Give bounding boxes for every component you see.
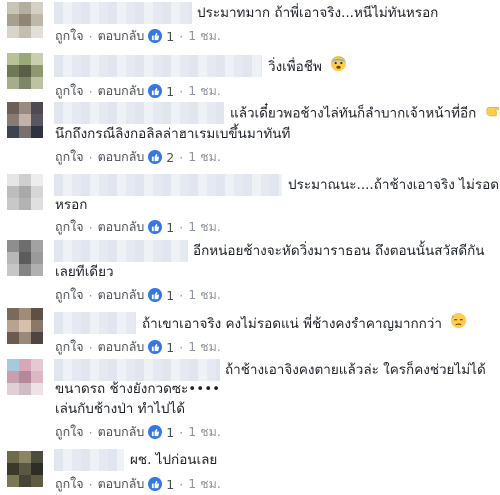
commenter-name[interactable]	[54, 449, 124, 471]
like-link[interactable]: ถูกใจ	[55, 337, 84, 357]
commenter-name[interactable]	[54, 55, 262, 77]
reply-link[interactable]: ตอบกลับ	[98, 337, 145, 357]
like-link[interactable]: ถูกใจ	[55, 422, 84, 442]
like-link[interactable]: ถูกใจ	[55, 285, 84, 305]
timestamp[interactable]: 1 ชม.	[188, 217, 221, 237]
like-link[interactable]: ถูกใจ	[55, 81, 84, 101]
avatar[interactable]	[7, 308, 43, 344]
like-link[interactable]: ถูกใจ	[55, 217, 84, 237]
comment-text: แล้วเดี๋ยวพอช้างไล่ทันก็ลำบากเจ้าหน้าที่…	[230, 102, 500, 125]
comment-text: วิ่งเพื่อชีพ	[268, 55, 347, 79]
avatar[interactable]	[7, 451, 43, 487]
comment-text-line-2: หรอก	[55, 197, 88, 213]
comment-text: ประมาทมาก ถ้าพี่เอาจริง...หนีไม่ทันหรอก	[197, 5, 439, 21]
comment-actions: ถูกใจ · ตอบกลับ 1 · 1 ชม.	[55, 475, 221, 493]
thumbs-up-icon[interactable]	[148, 29, 163, 43]
comment-text: อีกหน่อยช้างจะหัดวิ่งมาราธอน ถึงตอนนั้นส…	[193, 243, 485, 259]
like-count[interactable]: 1	[166, 288, 174, 303]
avatar[interactable]	[7, 174, 43, 210]
comment-actions: ถูกใจ · ตอบกลับ 1 · 1 ชม.	[55, 286, 221, 304]
sweat-face-icon	[450, 312, 467, 336]
avatar[interactable]	[7, 240, 43, 276]
thumbs-up-icon[interactable]	[148, 288, 163, 302]
timestamp[interactable]: 1 ชม.	[188, 81, 221, 101]
timestamp[interactable]: 1 ชม.	[188, 474, 221, 494]
reply-link[interactable]: ตอบกลับ	[98, 285, 145, 305]
thumbs-up-icon[interactable]	[148, 84, 163, 98]
reply-link[interactable]: ตอบกลับ	[98, 147, 145, 167]
thumbs-up-icon[interactable]	[148, 220, 163, 234]
comment-actions: ถูกใจ · ตอบกลับ 1 · 1 ชม.	[55, 82, 221, 100]
commenter-name[interactable]	[54, 102, 224, 124]
timestamp[interactable]: 1 ชม.	[188, 147, 221, 167]
comment-text-line-2: เลยทีเดียว	[55, 264, 114, 280]
like-count[interactable]: 1	[166, 340, 174, 355]
like-count[interactable]: 1	[166, 220, 174, 235]
comment-actions: ถูกใจ · ตอบกลับ 1 · 1 ชม.	[55, 27, 221, 45]
commenter-name[interactable]	[54, 174, 282, 196]
like-link[interactable]: ถูกใจ	[55, 26, 84, 46]
comment-actions: ถูกใจ · ตอบกลับ 1 · 1 ชม.	[55, 423, 221, 441]
reply-link[interactable]: ตอบกลับ	[98, 474, 145, 494]
reply-link[interactable]: ตอบกลับ	[98, 81, 145, 101]
avatar[interactable]	[7, 53, 43, 89]
comment-actions: ถูกใจ · ตอบกลับ 2 · 1 ชม.	[55, 148, 221, 166]
like-link[interactable]: ถูกใจ	[55, 474, 84, 494]
comment-text-line-2: ขนาดรถ ช้างยังกวดซะ••••	[55, 381, 221, 397]
like-count[interactable]: 1	[166, 425, 174, 440]
commenter-name[interactable]	[54, 2, 192, 24]
comment-text: ประมาณนะ....ถ้าช้างเอาจริง ไม่รอด	[288, 177, 499, 193]
comment-text-line-2: นึกถึงกรณีลิงกอลิลล่าฮาเรมเบขึ้นมาทันที	[55, 126, 291, 142]
like-link[interactable]: ถูกใจ	[55, 147, 84, 167]
avatar[interactable]	[7, 102, 43, 138]
commenter-name[interactable]	[54, 240, 188, 262]
thumbs-up-icon[interactable]	[148, 477, 163, 491]
timestamp[interactable]: 1 ชม.	[188, 26, 221, 46]
reply-link[interactable]: ตอบกลับ	[98, 26, 145, 46]
avatar[interactable]	[7, 359, 43, 395]
fearful-face-icon	[330, 55, 347, 79]
comment-actions: ถูกใจ · ตอบกลับ 1 · 1 ชม.	[55, 218, 221, 236]
like-count[interactable]: 2	[166, 150, 174, 165]
commenter-name[interactable]	[54, 312, 136, 334]
comment-text: ถ้าเขาเอาจริง คงไม่รอดแน่ พี่ช้างคงรำคาญ…	[142, 312, 467, 336]
timestamp[interactable]: 1 ชม.	[188, 337, 221, 357]
comment-text: ถ้าช้างเอาจิงคงตายแล้วล่ะ ใครก็คงช่วยไม่…	[225, 362, 486, 378]
like-count[interactable]: 1	[166, 29, 174, 44]
reply-link[interactable]: ตอบกลับ	[98, 422, 145, 442]
comment-actions: ถูกใจ · ตอบกลับ 1 · 1 ชม.	[55, 338, 221, 356]
reply-link[interactable]: ตอบกลับ	[98, 217, 145, 237]
thumbs-up-icon[interactable]	[148, 425, 163, 439]
like-count[interactable]: 1	[166, 477, 174, 492]
pointing-hand-icon	[485, 102, 500, 125]
thumbs-up-icon[interactable]	[148, 340, 163, 354]
timestamp[interactable]: 1 ชม.	[188, 422, 221, 442]
thumbs-up-icon[interactable]	[148, 150, 163, 164]
timestamp[interactable]: 1 ชม.	[188, 285, 221, 305]
comment-text: ผช. ไปก่อนเลย	[130, 452, 218, 468]
avatar[interactable]	[7, 2, 43, 38]
like-count[interactable]: 1	[166, 84, 174, 99]
comment-text-line-3: เล่นกับช้างป่า ทำไปได้	[55, 401, 186, 417]
